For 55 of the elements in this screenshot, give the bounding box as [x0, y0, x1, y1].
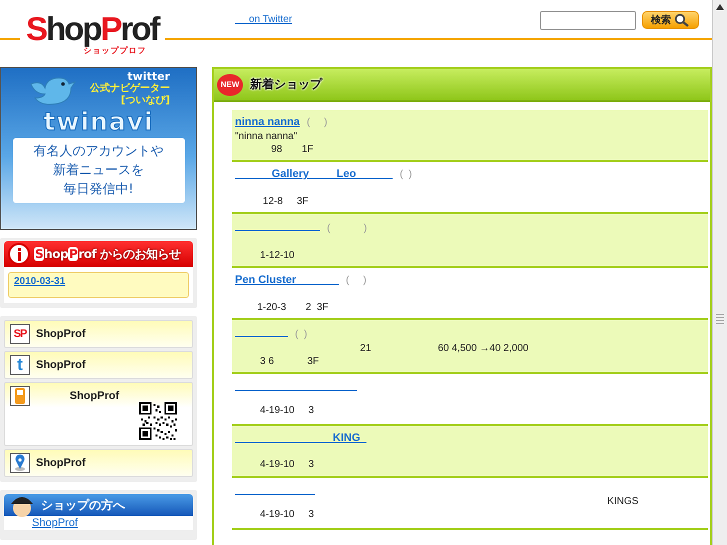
- shop-link[interactable]: Gallery Leo: [235, 167, 393, 181]
- new-badge: NEW: [217, 74, 243, 96]
- shop-detail: 98 1F: [270, 143, 314, 156]
- search-field[interactable]: [540, 11, 636, 30]
- phone-icon: [10, 386, 30, 406]
- link-item[interactable]: SP ShopProf: [4, 320, 193, 348]
- search-button[interactable]: 検索: [642, 11, 699, 29]
- message-text: 毎日発信中!: [62, 181, 135, 199]
- twitter-icon: t: [10, 355, 30, 375]
- shop-detail: 21 60 4,500 →40 2,000: [359, 342, 530, 355]
- shop-detail: 4-19-10 3: [259, 404, 315, 417]
- shop-link[interactable]: Pen Cluster: [235, 273, 339, 287]
- link-label: ShopProf: [36, 328, 86, 340]
- message-text: 有名人のアカウントや: [32, 143, 164, 161]
- scrollbar[interactable]: [712, 0, 727, 545]
- shop-detail: 1-20-3 2 3F: [256, 301, 330, 314]
- shop-note: ( ): [295, 328, 308, 342]
- scroll-grip-icon[interactable]: [716, 314, 724, 324]
- date-link[interactable]: 2010-03-31: [8, 272, 189, 298]
- shop-note: ( ): [400, 168, 412, 182]
- brand-text: twitter: [127, 71, 170, 83]
- link-label: ShopProf: [36, 359, 86, 371]
- link-item[interactable]: t ShopProf: [4, 351, 193, 379]
- sp-icon: SP: [10, 324, 30, 344]
- shop-detail: 4-19-10 3: [259, 508, 315, 521]
- link-label: ShopProf: [68, 390, 120, 402]
- banner-background[interactable]: twitter 公式ナビゲーター [ついなび] twinavi 有名人のアカウントや 新着ニュースを 毎日発信中!: [0, 67, 197, 230]
- info-icon: [8, 243, 30, 265]
- link-label: ShopProf: [36, 457, 86, 469]
- shop-detail: 1-12-10: [259, 249, 296, 262]
- qr-code-icon: [139, 402, 177, 440]
- twitter-link[interactable]: on Twitter: [235, 14, 292, 25]
- banner-logo: twinavi: [43, 109, 154, 135]
- owner-link[interactable]: ShopProf: [4, 516, 193, 530]
- shop-link[interactable]: ninna nanna: [235, 115, 300, 129]
- shop-detail: 4-19-10 3: [259, 458, 315, 471]
- map-pin-icon: [10, 453, 30, 473]
- message-text: 新着ニュースを: [52, 162, 145, 180]
- section-title: 新着ショップ: [250, 76, 322, 93]
- shop-note: ( ): [327, 222, 367, 236]
- owners-title: ショップの方へ: [41, 496, 125, 514]
- shop-note: ( ): [306, 116, 328, 130]
- link-item[interactable]: ShopProf: [4, 449, 193, 477]
- shop-note: ( ): [346, 274, 366, 288]
- notice-title: ShopProf からのお知らせ: [34, 246, 180, 262]
- banner-subtitle: [ついなび]: [120, 95, 170, 107]
- shop-detail: KINGS: [606, 495, 640, 508]
- link-item[interactable]: ShopProf: [4, 382, 193, 446]
- shop-detail: 3 6 3F: [259, 355, 320, 368]
- shop-detail: "ninna nanna": [235, 130, 298, 143]
- scroll-up-icon[interactable]: [716, 4, 724, 10]
- banner-title: 公式ナビゲーター: [90, 83, 170, 95]
- shop-detail: 12-8 3F: [262, 195, 310, 208]
- shop-link[interactable]: KING: [235, 431, 366, 445]
- search-icon: [674, 13, 690, 27]
